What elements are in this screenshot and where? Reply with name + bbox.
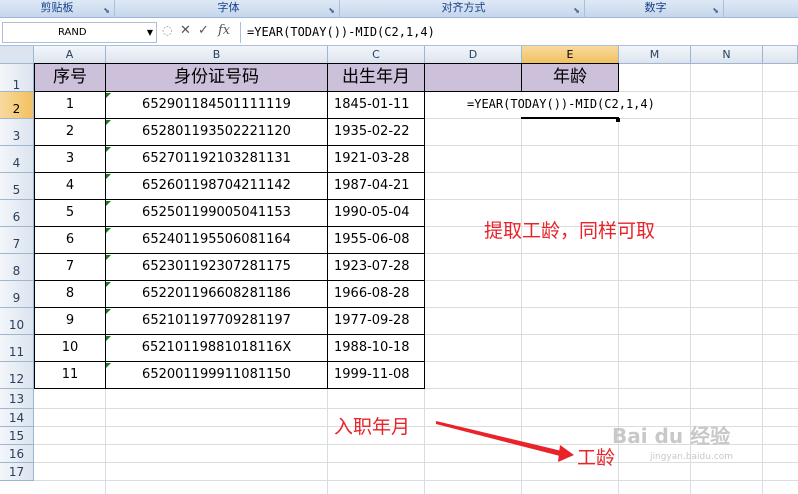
spreadsheet-window: 剪贴板 ⬊ 字体 ⬊ 对齐方式 ⬊ 数字 ⬊ RAND ▼ ◌ ✕ ✓ fx =YEAR(… bbox=[0, 0, 798, 494]
watermark-logo: Bai du 经验 bbox=[612, 424, 731, 448]
watermark-url: jingyan.baidu.com bbox=[650, 452, 734, 462]
